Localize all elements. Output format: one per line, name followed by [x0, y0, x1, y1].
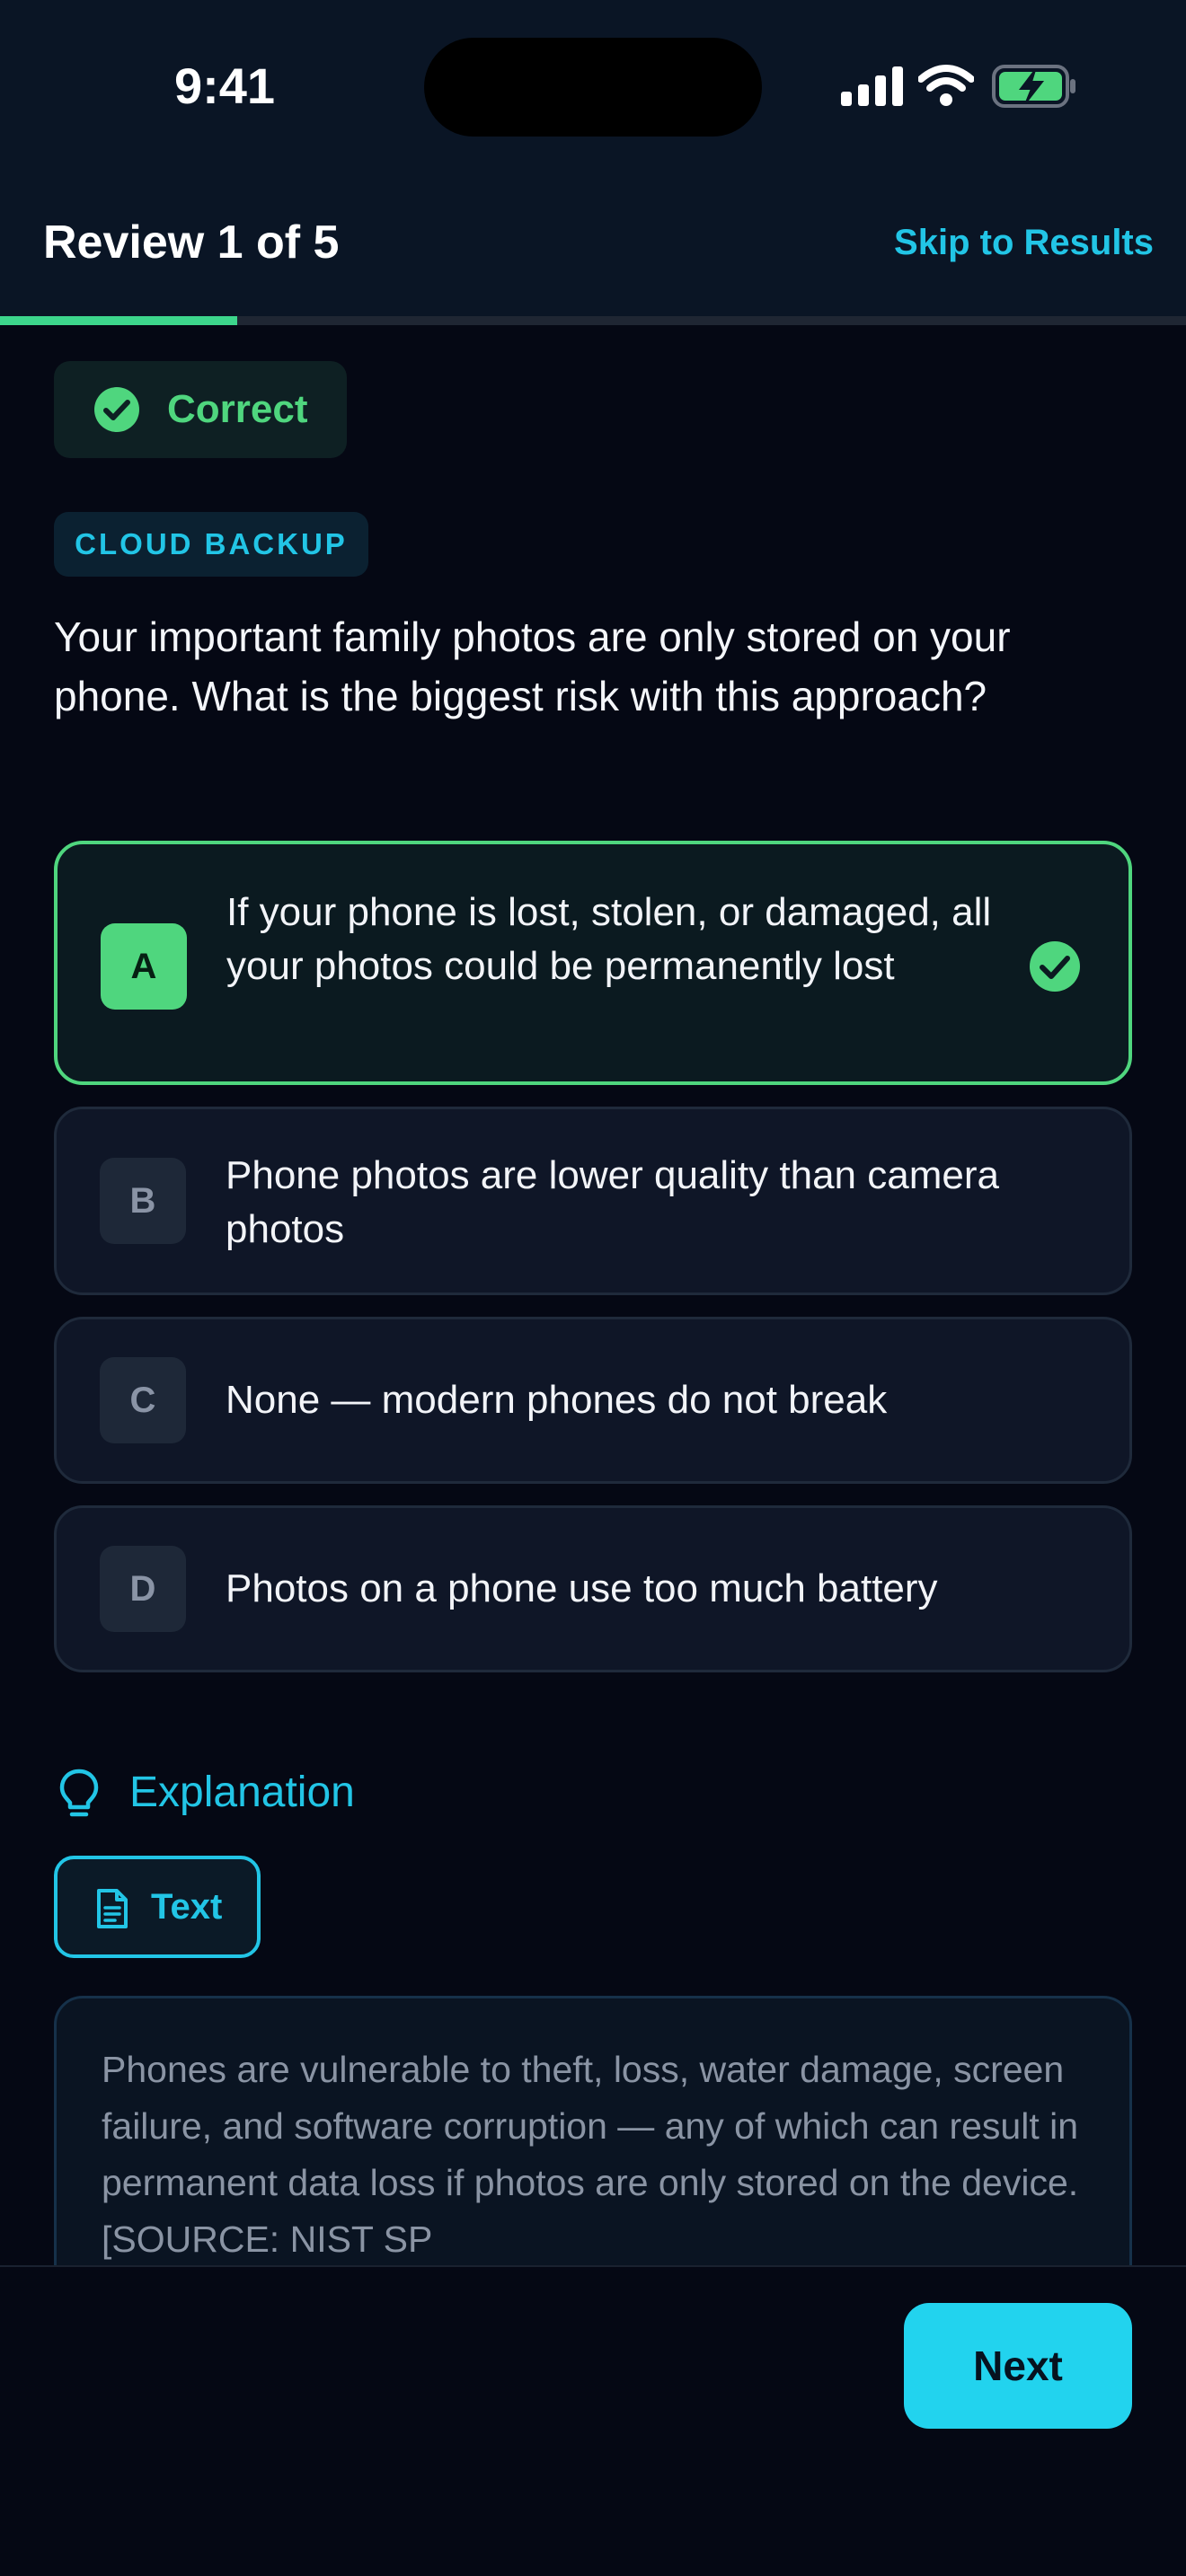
- option-c[interactable]: C None — modern phones do not break: [54, 1317, 1132, 1484]
- document-icon: [97, 1889, 128, 1928]
- question-text: Your important family photos are only st…: [54, 613, 1011, 719]
- tab-text[interactable]: Text: [54, 1856, 261, 1958]
- status-icons: [836, 59, 1078, 113]
- check-circle-icon: [94, 387, 139, 432]
- option-text: Photos on a phone use too much battery: [226, 1566, 938, 1610]
- lightbulb-icon: [59, 1769, 99, 1817]
- signal-icon: [841, 66, 903, 106]
- skip-to-results-link[interactable]: Skip to Results: [894, 212, 1154, 273]
- tab-label: Text: [151, 1887, 223, 1927]
- progress-fill: [0, 316, 237, 325]
- explanation-text: Phones are vulnerable to theft, loss, wa…: [102, 2049, 1079, 2260]
- check-circle-icon: [1030, 941, 1080, 992]
- page-title: Review 1 of 5: [43, 216, 340, 269]
- option-a[interactable]: A If your phone is lost, stolen, or dama…: [54, 841, 1132, 1085]
- next-button[interactable]: Next: [904, 2303, 1132, 2429]
- result-label: Correct: [167, 387, 308, 431]
- option-text: None — modern phones do not break: [226, 1378, 888, 1422]
- wifi-icon: [918, 65, 974, 106]
- option-letter: B: [100, 1158, 186, 1244]
- battery-charging-icon: [992, 65, 1075, 108]
- explanation-heading: Explanation: [54, 1760, 593, 1825]
- option-d[interactable]: D Photos on a phone use too much battery: [54, 1505, 1132, 1672]
- option-letter: A: [101, 923, 187, 1010]
- option-letter: D: [100, 1546, 186, 1632]
- dynamic-island: [424, 38, 762, 137]
- option-text: Phone photos are lower quality than came…: [226, 1153, 999, 1251]
- result-badge: Correct: [54, 361, 347, 458]
- option-text: If your phone is lost, stolen, or damage…: [226, 890, 992, 988]
- status-time: 9:41: [173, 57, 276, 114]
- progress-bar: [0, 316, 1186, 325]
- option-b[interactable]: B Phone photos are lower quality than ca…: [54, 1107, 1132, 1295]
- option-letter: C: [100, 1357, 186, 1443]
- explanation-label: Explanation: [129, 1769, 355, 1816]
- category-tag: CLOUD BACKUP: [54, 512, 368, 577]
- top-bar: 9:41 Review 1 of 5 Skip to Results: [0, 0, 1186, 325]
